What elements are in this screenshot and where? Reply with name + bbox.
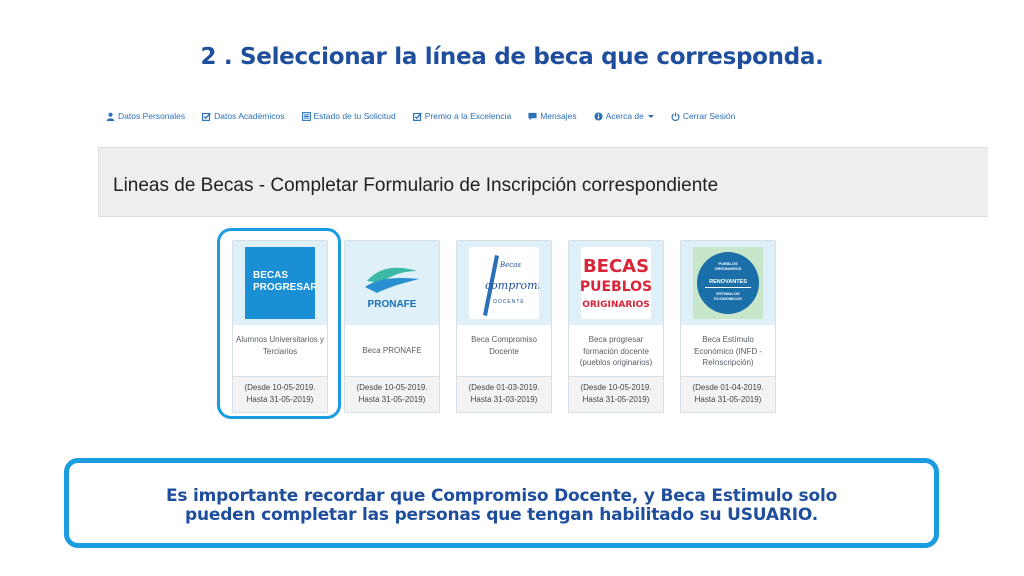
slide-title: 2 . Seleccionar la línea de beca que cor… xyxy=(200,44,824,70)
page-header-panel: Lineas de Becas - Completar Formulario d… xyxy=(98,147,988,217)
logo-text: PUEBLOS xyxy=(581,279,651,295)
date-to: Hasta 31-05-2019) xyxy=(694,395,762,404)
nav-label: Datos Personales xyxy=(118,111,186,121)
card-pueblos-originarios[interactable]: BECAS PUEBLOS ORIGINARIOS Beca progresar… xyxy=(568,240,664,413)
logo-text: DOCENTE xyxy=(493,299,524,305)
date-to: Hasta 31-03-2019) xyxy=(470,395,538,404)
top-navbar: Datos Personales Datos Académicos Estado… xyxy=(106,108,752,124)
date-to: Hasta 31-05-2019) xyxy=(358,395,426,404)
nav-label: Acerca de xyxy=(605,111,644,121)
nav-cerrar-sesion[interactable]: Cerrar Sesión xyxy=(671,111,735,121)
nav-label: Premio a la Excelencia xyxy=(424,111,512,121)
note-line: pueden completar las personas que tengan… xyxy=(185,505,818,525)
card-name: Beca Estímulo Económico (INFD - ReInscri… xyxy=(693,335,762,367)
date-to: Hasta 31-05-2019) xyxy=(582,395,650,404)
card-dates: (Desde 10-05-2019. Hasta 31-05-2019) xyxy=(569,382,663,406)
card-name: Beca Compromiso Docente xyxy=(471,335,537,356)
nav-label: Datos Académicos xyxy=(214,111,285,121)
date-from: (Desde 10-05-2019. xyxy=(580,383,652,392)
card-footer: (Desde 10-05-2019. Hasta 31-05-2019) xyxy=(345,376,439,412)
logo-text: ECONOMICOS xyxy=(714,296,742,301)
card-footer: (Desde 10-05-2019. Hasta 31-05-2019) xyxy=(569,376,663,412)
logo-text: PRONAFE xyxy=(368,299,417,310)
estimulo-economico-logo: PUEBLOS ORIGINARIOS RENOVANTES ESTIMULOS… xyxy=(693,247,763,319)
page-heading: Lineas de Becas - Completar Formulario d… xyxy=(113,175,719,196)
logo-text: ORIGINARIOS xyxy=(715,266,742,271)
card-dates: (Desde 10-05-2019. Hasta 31-05-2019) xyxy=(345,382,439,406)
nav-acerca-de-dropdown[interactable]: Acerca de xyxy=(594,111,654,121)
card-dates: (Desde 01-04-2019. Hasta 31-05-2019) xyxy=(681,382,775,406)
caret-down-icon xyxy=(647,114,654,118)
nav-mensajes[interactable]: Mensajes xyxy=(528,111,577,121)
logo-text: Becas xyxy=(499,261,521,269)
logo-text: BECAS xyxy=(583,256,649,277)
card-thumbnail: PRONAFE xyxy=(345,241,439,325)
card-thumbnail: PUEBLOS ORIGINARIOS RENOVANTES ESTIMULOS… xyxy=(681,241,775,325)
nav-label: Mensajes xyxy=(540,111,577,121)
nav-datos-personales[interactable]: Datos Personales xyxy=(106,111,185,121)
card-footer: (Desde 01-03-2019. Hasta 31-03-2019) xyxy=(457,376,551,412)
date-from: (Desde 01-04-2019. xyxy=(692,383,764,392)
edit-check-icon xyxy=(202,112,211,121)
logo-text: compromiso xyxy=(485,279,539,292)
nav-label: Cerrar Sesión xyxy=(682,111,736,121)
chat-icon xyxy=(528,112,537,121)
becas-pueblos-originarios-logo: BECAS PUEBLOS ORIGINARIOS xyxy=(581,247,651,319)
card-pronafe[interactable]: PRONAFE Beca PRONAFE (Desde 10-05-2019. … xyxy=(344,240,440,413)
card-compromiso-docente[interactable]: Becas compromiso DOCENTE Beca Compromiso… xyxy=(456,240,552,413)
logo-text: RENOVANTES xyxy=(709,279,747,285)
card-thumbnail: Becas compromiso DOCENTE xyxy=(457,241,551,325)
list-icon xyxy=(301,111,311,121)
pronafe-logo: PRONAFE xyxy=(365,267,419,310)
card-estimulo-economico[interactable]: PUEBLOS ORIGINARIOS RENOVANTES ESTIMULOS… xyxy=(680,240,776,413)
card-dates: (Desde 01-03-2019. Hasta 31-03-2019) xyxy=(457,382,551,406)
note-line: Es importante recordar que Compromiso Do… xyxy=(165,486,838,506)
compromiso-docente-logo: Becas compromiso DOCENTE xyxy=(469,247,539,319)
user-icon xyxy=(106,112,115,121)
date-from: (Desde 01-03-2019. xyxy=(468,383,540,392)
power-icon xyxy=(671,111,680,121)
important-note-text: Es importante recordar que Compromiso Do… xyxy=(69,487,934,525)
card-name: Beca PRONAFE xyxy=(362,346,422,355)
nav-premio-excelencia[interactable]: Premio a la Excelencia xyxy=(412,111,512,121)
logo-text: ORIGINARIOS xyxy=(582,300,650,310)
card-thumbnail: BECAS PUEBLOS ORIGINARIOS xyxy=(569,241,663,325)
card-footer: (Desde 01-04-2019. Hasta 31-05-2019) xyxy=(681,376,775,412)
nav-label: Estado de tu Solicitud xyxy=(313,111,396,121)
edit-check-icon xyxy=(412,112,422,121)
nav-datos-academicos[interactable]: Datos Académicos xyxy=(202,111,285,121)
info-icon xyxy=(594,111,603,121)
important-note-box: Es importante recordar que Compromiso Do… xyxy=(64,458,939,548)
selection-highlight-ring xyxy=(217,228,341,419)
card-name: Beca progresar formación docente (pueblo… xyxy=(579,335,653,367)
nav-estado-solicitud[interactable]: Estado de tu Solicitud xyxy=(301,111,396,121)
date-from: (Desde 10-05-2019. xyxy=(356,383,428,392)
